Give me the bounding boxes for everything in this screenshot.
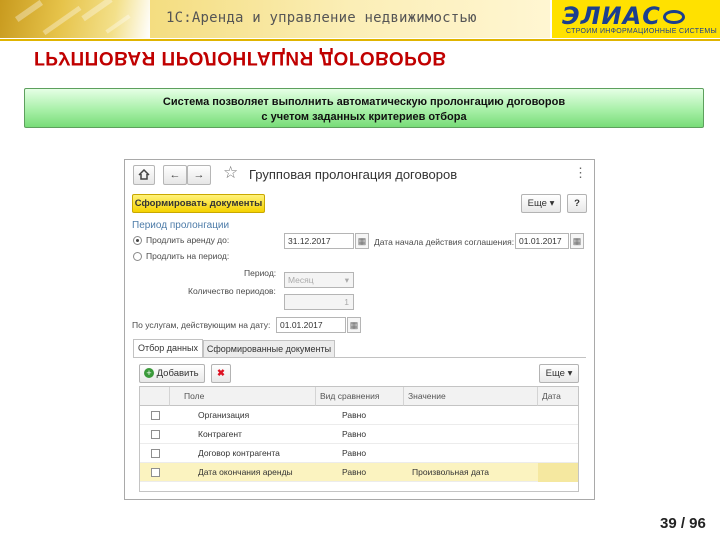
home-icon — [138, 168, 150, 180]
description-line: Система позволяет выполнить автоматическ… — [162, 96, 566, 108]
cell-value — [408, 444, 412, 463]
period-section-label: Период пролонгации — [132, 220, 230, 231]
header-title: 1С:Аренда и управление недвижимостью — [166, 10, 477, 26]
cell-field: Дата окончания аренды — [198, 467, 293, 477]
logo-word: ЭЛИАС — [562, 2, 685, 30]
calendar-icon[interactable]: ▦ — [347, 317, 361, 333]
agreement-start-label: Дата начала действия соглашения: — [374, 237, 515, 247]
row-checkbox[interactable] — [151, 468, 160, 477]
window-title: Групповая пролонгация договоров — [249, 167, 458, 182]
services-date-field[interactable]: 01.01.2017 — [276, 317, 346, 333]
table-row[interactable]: Дата окончания аренды Равно Произвольная… — [140, 463, 578, 482]
selection-grid: Поле Вид сравнения Значение Дата Организ… — [139, 386, 579, 492]
cell-date[interactable] — [538, 463, 578, 482]
header-decoration — [0, 0, 150, 38]
more-button[interactable]: Еще ▾ — [521, 194, 561, 213]
periods-count-field[interactable]: 1 — [284, 294, 354, 310]
slide-title: ГРУППОВАЯ ПРОЛОНГАЦИЯ ДОГОВОРОВ — [34, 47, 447, 68]
cell-comparison: Равно — [342, 410, 367, 420]
periods-count-label: Количество периодов: — [188, 286, 276, 296]
table-row[interactable]: Организация Равно — [140, 406, 578, 425]
page-number: 39 / 96 — [660, 515, 706, 532]
cell-field: Организация — [198, 410, 250, 420]
description-box: Система позволяет выполнить автоматическ… — [24, 88, 704, 128]
cell-value — [408, 406, 412, 425]
radio-for-period-label: Продлить на период: — [146, 251, 230, 261]
radio-for-period[interactable] — [133, 252, 142, 261]
table-row[interactable]: Договор контрагента Равно — [140, 444, 578, 463]
app-window: ← → ☆ Групповая пролонгация договоров ⋮ … — [124, 159, 595, 500]
agreement-start-field[interactable]: 01.01.2017 — [515, 233, 569, 249]
add-icon: + — [144, 368, 154, 379]
radio-until-date[interactable] — [133, 236, 142, 245]
cell-field: Контрагент — [198, 429, 242, 439]
delete-icon: ✖ — [217, 368, 225, 379]
services-date-label: По услугам, действующим на дату: — [132, 320, 271, 330]
arrow-right-icon: → — [193, 169, 205, 181]
cell-comparison: Равно — [342, 448, 367, 458]
help-button[interactable]: ? — [567, 194, 587, 213]
calendar-icon[interactable]: ▦ — [355, 233, 369, 249]
cell-value: Произвольная дата — [412, 467, 489, 477]
tab-data-selection[interactable]: Отбор данных — [133, 339, 203, 358]
arrow-left-icon: ← — [169, 169, 181, 181]
row-checkbox[interactable] — [151, 430, 160, 439]
cell-value — [408, 425, 412, 444]
logo-subtitle: СТРОИМ ИНФОРМАЦИОННЫЕ СИСТЕМЫ — [566, 28, 717, 35]
home-button[interactable] — [133, 165, 155, 185]
column-header-field[interactable]: Поле — [170, 387, 316, 406]
column-header-date[interactable]: Дата — [538, 387, 578, 406]
header-divider — [0, 39, 720, 41]
close-icon[interactable]: ⋮ — [574, 165, 587, 181]
tab-generated-documents[interactable]: Сформированные документы — [203, 340, 335, 358]
star-icon[interactable]: ☆ — [223, 163, 238, 183]
description-line: с учетом заданных критериев отбора — [261, 111, 467, 123]
column-header-check — [140, 387, 170, 406]
cell-field: Договор контрагента — [198, 448, 280, 458]
cell-comparison: Равно — [342, 429, 367, 439]
grid-more-button[interactable]: Еще ▾ — [539, 364, 579, 383]
chevron-down-icon: ▾ — [344, 275, 349, 285]
radio-until-date-label: Продлить аренду до: — [146, 235, 230, 245]
slide-header: 1С:Аренда и управление недвижимостью ЭЛИ… — [0, 0, 720, 41]
period-select[interactable]: Месяц ▾ — [284, 272, 354, 288]
forward-button[interactable]: → — [187, 165, 211, 185]
add-button[interactable]: + Добавить — [139, 364, 205, 383]
row-checkbox[interactable] — [151, 449, 160, 458]
column-header-value[interactable]: Значение — [404, 387, 538, 406]
generate-documents-button[interactable]: Сформировать документы — [132, 194, 265, 213]
table-row[interactable]: Контрагент Равно — [140, 425, 578, 444]
back-button[interactable]: ← — [163, 165, 187, 185]
cell-comparison: Равно — [342, 467, 367, 477]
until-date-field[interactable]: 31.12.2017 — [284, 233, 354, 249]
row-checkbox[interactable] — [151, 411, 160, 420]
calendar-icon[interactable]: ▦ — [570, 233, 584, 249]
delete-button[interactable]: ✖ — [211, 364, 231, 383]
period-label: Период: — [244, 268, 277, 278]
column-header-comparison[interactable]: Вид сравнения — [316, 387, 404, 406]
